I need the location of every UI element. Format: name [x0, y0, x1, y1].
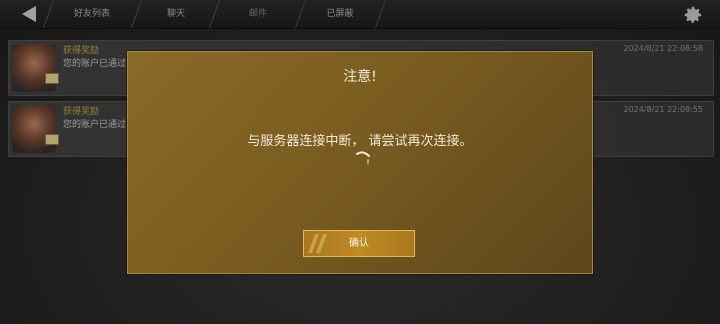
dialog-title: 注意! — [343, 69, 377, 85]
dialog-message: 与服务器连接中断， 请尝试再次连接。 — [247, 134, 473, 149]
confirm-label: 确认 — [349, 238, 369, 249]
confirm-button[interactable]: 确认 — [303, 230, 415, 257]
alert-dialog: 注意! 与服务器连接中断， 请尝试再次连接。 确认 — [127, 51, 593, 274]
spinner-icon — [356, 151, 370, 164]
